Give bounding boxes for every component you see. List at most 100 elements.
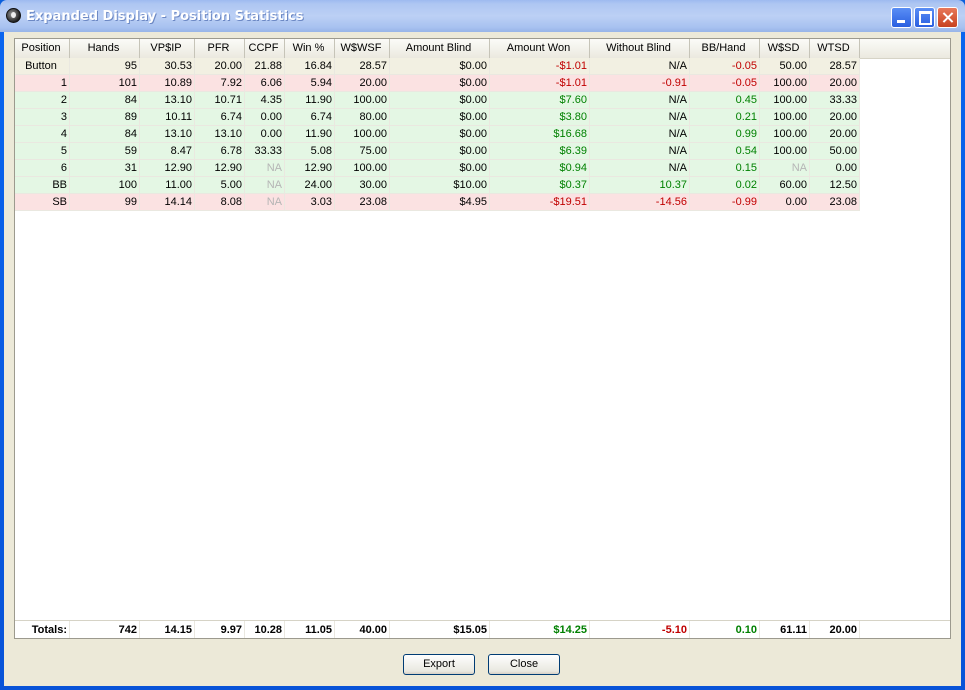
table-cell: 7.92	[195, 75, 245, 92]
table-cell: 10.71	[195, 92, 245, 109]
table-cell: $10.00	[390, 177, 490, 194]
table-cell: 10.37	[590, 177, 690, 194]
table-cell: $0.00	[390, 75, 490, 92]
table-cell: $0.00	[390, 109, 490, 126]
column-header[interactable]: WTSD	[810, 39, 860, 58]
table-row[interactable]: 4 84 13.10 13.10 0.00 11.90 100.00 $0.00 $16.68 N…	[15, 126, 860, 143]
table-cell: -0.91	[590, 75, 690, 92]
table-cell: 28.57	[810, 58, 860, 75]
column-header[interactable]: Position	[15, 39, 70, 58]
table-row[interactable]: SB 99 14.14 8.08 NA 3.03 23.08 $4.95 -$19.51 -14.…	[15, 194, 860, 211]
position-statistics-window: Expanded Display - Position Statistics P…	[0, 0, 965, 690]
close-window-button[interactable]	[937, 7, 958, 28]
table-cell: -$1.01	[490, 75, 590, 92]
table-cell: 6.74	[285, 109, 335, 126]
column-header[interactable]: PFR	[195, 39, 245, 58]
table-cell: 12.90	[140, 160, 195, 177]
table-row[interactable]: BB 100 11.00 5.00 NA 24.00 30.00 $10.00 $0.37 10.…	[15, 177, 860, 194]
totals-cell: $14.25	[490, 621, 590, 638]
column-header[interactable]: BB/Hand	[690, 39, 760, 58]
table-cell: N/A	[590, 92, 690, 109]
table-cell: 13.10	[195, 126, 245, 143]
table-cell: 0.15	[690, 160, 760, 177]
table-row[interactable]: 1 101 10.89 7.92 6.06 5.94 20.00 $0.00 -$1.01 -0.…	[15, 75, 860, 92]
table-cell: 0.00	[810, 160, 860, 177]
table-cell: N/A	[590, 58, 690, 75]
column-header[interactable]: W$SD	[760, 39, 810, 58]
table-cell: 13.10	[140, 126, 195, 143]
table-cell: N/A	[590, 126, 690, 143]
table-cell: $4.95	[390, 194, 490, 211]
table-cell: NA	[245, 160, 285, 177]
table-cell: 5.00	[195, 177, 245, 194]
table-cell: 0.00	[245, 126, 285, 143]
table-cell: 20.00	[195, 58, 245, 75]
table-cell: 33.33	[810, 92, 860, 109]
table-cell: 20.00	[335, 75, 390, 92]
table-cell: N/A	[590, 109, 690, 126]
table-cell: 8.47	[140, 143, 195, 160]
totals-label: Totals:	[15, 621, 70, 638]
column-header[interactable]: Amount Blind	[390, 39, 490, 58]
table-cell: 20.00	[810, 109, 860, 126]
column-header[interactable]: Amount Won	[490, 39, 590, 58]
table-cell: 10.89	[140, 75, 195, 92]
table-cell: 8.08	[195, 194, 245, 211]
table-cell: 20.00	[810, 126, 860, 143]
table-cell: SB	[15, 194, 70, 211]
table-cell: 24.00	[285, 177, 335, 194]
table-cell: 23.08	[810, 194, 860, 211]
table-cell: 20.00	[810, 75, 860, 92]
table-cell: 11.00	[140, 177, 195, 194]
table-cell: -$19.51	[490, 194, 590, 211]
column-header[interactable]: VP$IP	[140, 39, 195, 58]
table-cell: 23.08	[335, 194, 390, 211]
table-row[interactable]: Button 95 30.53 20.00 21.88 16.84 28.57 $0.00 -$…	[15, 58, 860, 75]
table-cell: 11.90	[285, 126, 335, 143]
column-header[interactable]: Hands	[70, 39, 140, 58]
table-row[interactable]: 5 59 8.47 6.78 33.33 5.08 75.00 $0.00 $6.39 N/A 0.…	[15, 143, 860, 160]
table-cell: $3.80	[490, 109, 590, 126]
table-cell: 0.54	[690, 143, 760, 160]
table-cell: 5	[15, 143, 70, 160]
table-cell: -0.05	[690, 58, 760, 75]
export-button[interactable]: Export	[403, 654, 475, 675]
column-header[interactable]: CCPF	[245, 39, 285, 58]
table-cell: 4	[15, 126, 70, 143]
window-title: Expanded Display - Position Statistics	[26, 9, 304, 24]
table-cell: 12.90	[195, 160, 245, 177]
table-cell: 3.03	[285, 194, 335, 211]
table-cell: $0.00	[390, 92, 490, 109]
column-header[interactable]: W$WSF	[335, 39, 390, 58]
table-cell: 31	[70, 160, 140, 177]
table-cell: 0.21	[690, 109, 760, 126]
table-cell: 0.45	[690, 92, 760, 109]
table-cell: 99	[70, 194, 140, 211]
totals-cell: 14.15	[140, 621, 195, 638]
maximize-button[interactable]	[914, 7, 935, 28]
column-header[interactable]: Win %	[285, 39, 335, 58]
totals-cell: 61.11	[760, 621, 810, 638]
totals-row: Totals: 742 14.15 9.97 10.28 11.05 40.00 $15.05…	[15, 620, 950, 638]
close-button[interactable]: Close	[488, 654, 560, 675]
table-cell: 28.57	[335, 58, 390, 75]
totals-cell: -5.10	[590, 621, 690, 638]
table-cell: $16.68	[490, 126, 590, 143]
table-row[interactable]: 3 89 10.11 6.74 0.00 6.74 80.00 $0.00 $3.80 N/A 0.…	[15, 109, 860, 126]
table-cell: 0.00	[245, 109, 285, 126]
table-row[interactable]: 6 31 12.90 12.90 NA 12.90 100.00 $0.00 $0.94 N/A 0…	[15, 160, 860, 177]
title-bar[interactable]: Expanded Display - Position Statistics	[0, 0, 965, 32]
table-cell: 16.84	[285, 58, 335, 75]
table-cell: 84	[70, 92, 140, 109]
table-cell: 101	[70, 75, 140, 92]
table-cell: -$1.01	[490, 58, 590, 75]
minimize-button[interactable]	[891, 7, 912, 28]
table-cell: Button	[15, 58, 70, 75]
table-cell: $0.37	[490, 177, 590, 194]
table-cell: 3	[15, 109, 70, 126]
table-cell: 100.00	[335, 126, 390, 143]
column-header[interactable]: Without Blind	[590, 39, 690, 58]
table-cell: 2	[15, 92, 70, 109]
table-cell: NA	[760, 160, 810, 177]
table-row[interactable]: 2 84 13.10 10.71 4.35 11.90 100.00 $0.00 $7.60 N/…	[15, 92, 860, 109]
